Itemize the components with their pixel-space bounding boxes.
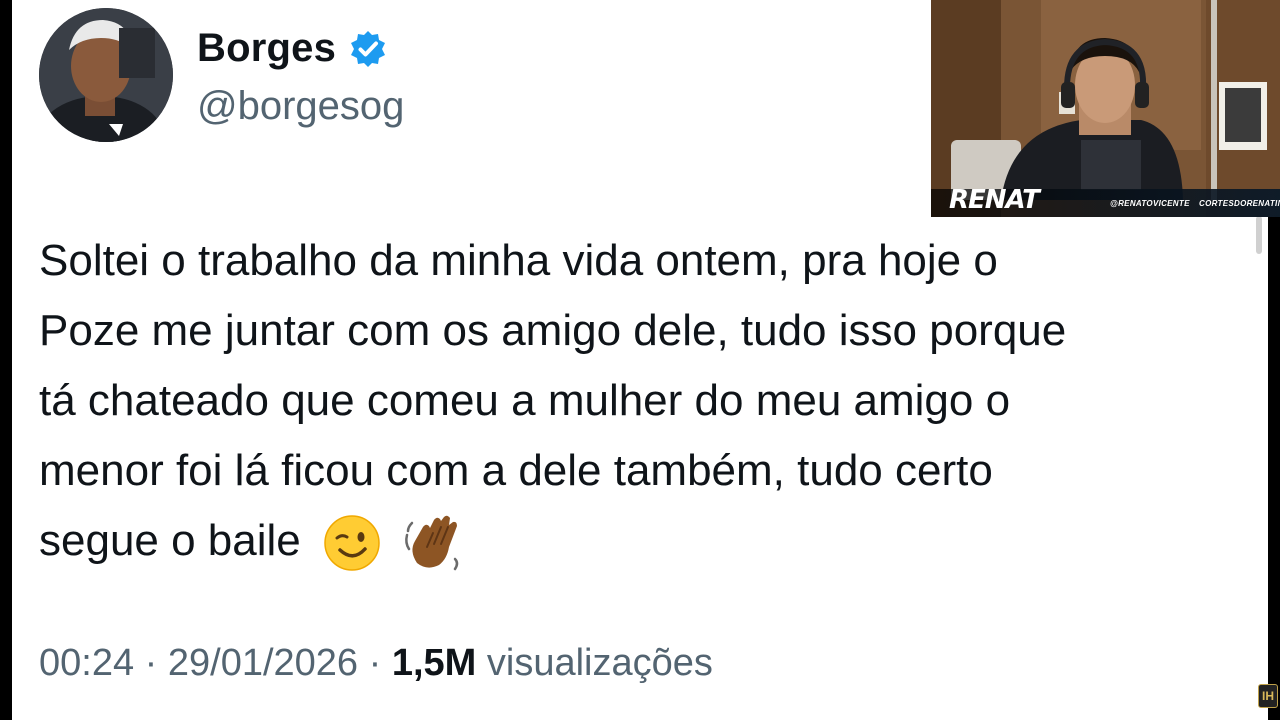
- waving-hand-icon: [405, 516, 459, 571]
- tweet-text-line: Poze me juntar com os amigo dele, tudo i…: [39, 306, 1067, 355]
- tweet-text-line: segue o baile: [39, 516, 301, 565]
- tweet-meta: 00:24 · 29/01/2026 · 1,5M visualizações: [39, 642, 713, 685]
- wink-emoji-icon: [324, 515, 380, 572]
- clips-handle: CORTESDORENATIN: [1199, 199, 1280, 208]
- author-name-row: Borges: [197, 26, 388, 71]
- watermark-logo: IH: [1258, 684, 1278, 708]
- streamer-webcam: RENAT @RENATOVICENTE CORTESDORENATIN: [931, 0, 1280, 217]
- views-count[interactable]: 1,5M: [392, 642, 476, 684]
- channel-logo: RENAT: [949, 185, 1040, 215]
- verified-badge-icon: [351, 30, 386, 67]
- meta-separator: ·: [368, 642, 382, 684]
- author-handle[interactable]: @borgesog: [197, 84, 404, 129]
- tweet-text-line: Soltei o trabalho da minha vida ontem, p…: [39, 236, 998, 285]
- author-avatar[interactable]: [39, 8, 173, 142]
- tweet-time[interactable]: 00:24: [39, 642, 134, 684]
- tweet-text: Soltei o trabalho da minha vida ontem, p…: [39, 226, 1239, 576]
- author-name[interactable]: Borges: [197, 26, 336, 71]
- tweet-text-line: tá chateado que comeu a mulher do meu am…: [39, 376, 1011, 425]
- tweet-text-line-last: segue o baile: [39, 506, 1239, 576]
- scrollbar-thumb[interactable]: [1256, 216, 1262, 254]
- views-label: visualizações: [486, 642, 713, 684]
- tweet-text-line: menor foi lá ficou com a dele também, tu…: [39, 446, 993, 495]
- streamer-handle: @RENATOVICENTE: [1110, 199, 1190, 208]
- tweet-date[interactable]: 29/01/2026: [168, 642, 358, 684]
- meta-separator: ·: [144, 642, 158, 684]
